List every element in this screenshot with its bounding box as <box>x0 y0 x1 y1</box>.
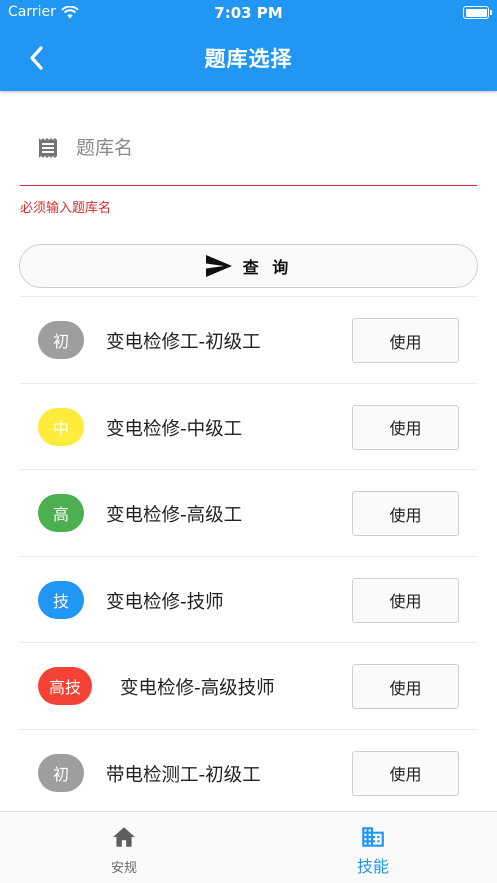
level-badge: 高技 <box>38 667 93 705</box>
search-error-text: 必须输入题库名 <box>20 201 112 216</box>
bank-name: 变电检修-高级工 <box>106 505 243 526</box>
bank-name: 变电检修-高级技师 <box>120 678 275 699</box>
building-icon <box>362 827 384 847</box>
list-item: 高技 变电检修-高级技师 使用 <box>20 643 477 730</box>
use-button[interactable]: 使用 <box>352 318 459 363</box>
list-item: 初 变电检修工-初级工 使用 <box>20 297 477 384</box>
level-badge: 初 <box>38 321 84 359</box>
use-button[interactable]: 使用 <box>352 750 459 796</box>
search-input[interactable] <box>76 132 466 164</box>
page-title: 题库选择 <box>204 47 293 71</box>
battery-icon <box>463 6 492 19</box>
send-icon <box>205 255 232 277</box>
use-button[interactable]: 使用 <box>352 491 459 536</box>
use-button[interactable]: 使用 <box>352 577 459 623</box>
tab-safety-rules[interactable]: 安规 <box>0 812 248 883</box>
list-item: 中 变电检修-中级工 使用 <box>20 384 477 470</box>
list-item: 技 变电检修-技师 使用 <box>20 557 477 643</box>
list-item: 高 变电检修-高级工 使用 <box>20 470 477 557</box>
tab-label: 技能 <box>356 857 389 876</box>
level-badge: 技 <box>38 580 84 619</box>
status-bar: Carrier 7:03 PM <box>0 0 497 26</box>
level-badge: 高 <box>38 494 84 532</box>
search-field[interactable] <box>20 118 477 186</box>
bank-name: 带电检测工-初级工 <box>106 764 261 786</box>
query-button-label: 查 询 <box>242 258 293 277</box>
query-button[interactable]: 查 询 <box>19 244 478 288</box>
home-icon <box>113 827 135 847</box>
bank-name: 变电检修-中级工 <box>106 418 243 440</box>
bank-name: 变电检修工-初级工 <box>106 332 261 353</box>
use-button[interactable]: 使用 <box>352 404 459 450</box>
tab-label: 安规 <box>110 861 137 876</box>
document-icon <box>39 138 57 158</box>
status-time: 7:03 PM <box>214 4 283 22</box>
question-bank-list: 初 变电检修工-初级工 使用 中 变电检修-中级工 使用 高 变电检修-高级工 … <box>20 296 477 816</box>
tab-skills[interactable]: 技能 <box>249 812 497 883</box>
app-bar: Carrier 7:03 PM 题库选择 <box>0 0 497 91</box>
list-item: 初 带电检测工-初级工 使用 <box>20 730 477 816</box>
level-badge: 初 <box>38 753 84 792</box>
level-badge: 中 <box>38 407 84 446</box>
use-button[interactable]: 使用 <box>352 664 459 709</box>
bank-name: 变电检修-技师 <box>106 591 224 613</box>
bottom-tab-bar: 安规 技能 <box>0 811 497 883</box>
